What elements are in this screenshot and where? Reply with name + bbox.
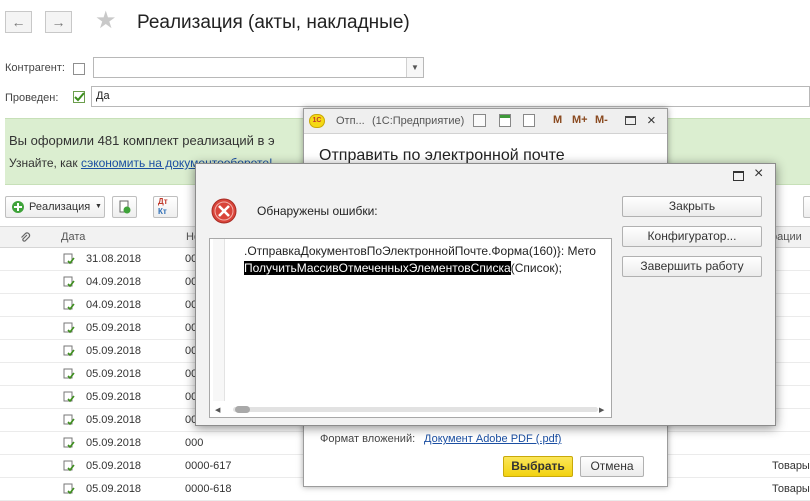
posted-document-icon bbox=[63, 368, 75, 380]
posted-document-icon bbox=[63, 483, 75, 495]
cell-date: 05.09.2018 bbox=[86, 460, 142, 472]
select-button[interactable]: Выбрать bbox=[503, 456, 573, 477]
cell-date: 05.09.2018 bbox=[86, 483, 142, 495]
maximize-icon[interactable] bbox=[625, 116, 636, 125]
document-copy-icon bbox=[119, 200, 131, 214]
scroll-right-icon[interactable]: ▶ bbox=[599, 406, 604, 414]
error-title: Обнаружены ошибки: bbox=[257, 204, 378, 218]
error-text: .ОтправкаДокументовПоЭлектроннойПочте.Фо… bbox=[244, 244, 596, 275]
close-icon[interactable]: × bbox=[647, 112, 656, 129]
scroll-thumb[interactable] bbox=[235, 406, 250, 413]
cell-operation-type: Товары bbox=[772, 460, 810, 472]
close-icon[interactable]: × bbox=[754, 165, 763, 183]
counterparty-checkbox[interactable] bbox=[73, 63, 85, 75]
error-text-box[interactable]: .ОтправкаДокументовПоЭлектроннойПочте.Фо… bbox=[209, 238, 612, 418]
column-date[interactable]: Дата bbox=[61, 231, 85, 243]
cell-date: 05.09.2018 bbox=[86, 391, 142, 403]
close-button[interactable]: Закрыть bbox=[622, 196, 762, 217]
cell-date: 05.09.2018 bbox=[86, 345, 142, 357]
memory-m-button[interactable]: M bbox=[553, 114, 562, 126]
plus-icon bbox=[12, 201, 24, 213]
cell-number: 000 bbox=[185, 437, 204, 449]
posted-checkbox[interactable] bbox=[73, 91, 85, 103]
cell-number: 0000-618 bbox=[185, 483, 232, 495]
scroll-left-icon[interactable]: ◀ bbox=[215, 406, 220, 414]
dt-kt-icon: Дт Кт bbox=[158, 197, 168, 216]
page-title: Реализация (акты, накладные) bbox=[137, 12, 410, 33]
forward-button[interactable]: → bbox=[45, 11, 72, 33]
posted-document-icon bbox=[63, 437, 75, 449]
format-link[interactable]: Документ Adobe PDF (.pdf) bbox=[424, 433, 561, 445]
posted-input[interactable]: Да bbox=[91, 86, 810, 107]
calendar-icon[interactable] bbox=[499, 114, 511, 127]
create-realization-button[interactable]: Реализация ▼ bbox=[5, 196, 105, 218]
email-window-titlebar: 1С Отп... (1С:Предприятие) M M+ M- × bbox=[304, 109, 667, 134]
paperclip-icon bbox=[21, 232, 31, 242]
counterparty-input[interactable]: ▼ bbox=[93, 57, 424, 78]
posted-document-icon bbox=[63, 299, 75, 311]
posted-document-icon bbox=[63, 391, 75, 403]
exit-button[interactable]: Завершить работу bbox=[622, 256, 762, 277]
error-highlight: ПолучитьМассивОтмеченныхЭлементовСписка bbox=[244, 261, 511, 275]
error-icon bbox=[211, 198, 237, 224]
memory-minus-button[interactable]: M- bbox=[595, 114, 608, 126]
cell-date: 05.09.2018 bbox=[86, 437, 142, 449]
format-label: Формат вложений: bbox=[320, 433, 416, 445]
posted-label: Проведен: bbox=[5, 92, 59, 104]
copy-document-button[interactable] bbox=[112, 196, 137, 218]
more-button[interactable] bbox=[803, 196, 810, 218]
posted-document-icon bbox=[63, 345, 75, 357]
cell-date: 05.09.2018 bbox=[86, 368, 142, 380]
chevron-down-icon[interactable]: ▼ bbox=[406, 58, 423, 77]
arrow-left-icon: ← bbox=[11, 14, 26, 30]
cancel-button[interactable]: Отмена bbox=[580, 456, 644, 477]
horizontal-scrollbar[interactable]: ◀ ▶ bbox=[213, 405, 608, 415]
cell-date: 31.08.2018 bbox=[86, 253, 142, 265]
cell-date: 05.09.2018 bbox=[86, 414, 142, 426]
configurator-button[interactable]: Конфигуратор... bbox=[622, 226, 762, 247]
cell-date: 04.09.2018 bbox=[86, 299, 142, 311]
cell-date: 05.09.2018 bbox=[86, 322, 142, 334]
posted-document-icon bbox=[63, 460, 75, 472]
posted-document-icon bbox=[63, 276, 75, 288]
posted-document-icon bbox=[63, 322, 75, 334]
print-icon[interactable] bbox=[473, 114, 486, 127]
checkmark-icon bbox=[74, 92, 85, 102]
counterparty-label: Контрагент: bbox=[5, 62, 65, 74]
cell-operation-type: Товары bbox=[772, 483, 810, 495]
posted-document-icon bbox=[63, 414, 75, 426]
posted-document-icon bbox=[63, 253, 75, 265]
cell-number: 0000-617 bbox=[185, 460, 232, 472]
memory-plus-button[interactable]: M+ bbox=[572, 114, 588, 126]
maximize-icon[interactable] bbox=[733, 171, 744, 181]
arrow-right-icon: → bbox=[51, 14, 66, 30]
error-dialog: × Обнаружены ошибки: .ОтправкаДокументов… bbox=[195, 163, 776, 426]
chevron-down-icon: ▼ bbox=[95, 203, 102, 210]
dt-kt-button[interactable]: Дт Кт bbox=[153, 196, 178, 218]
back-button[interactable]: ← bbox=[5, 11, 32, 33]
banner-text: Вы оформили 481 комплект реализаций в э bbox=[9, 133, 275, 148]
favorite-star-icon[interactable]: ★ bbox=[95, 7, 117, 35]
1c-logo-icon: 1С bbox=[309, 114, 325, 128]
cell-date: 04.09.2018 bbox=[86, 276, 142, 288]
calculator-icon[interactable] bbox=[523, 114, 535, 127]
